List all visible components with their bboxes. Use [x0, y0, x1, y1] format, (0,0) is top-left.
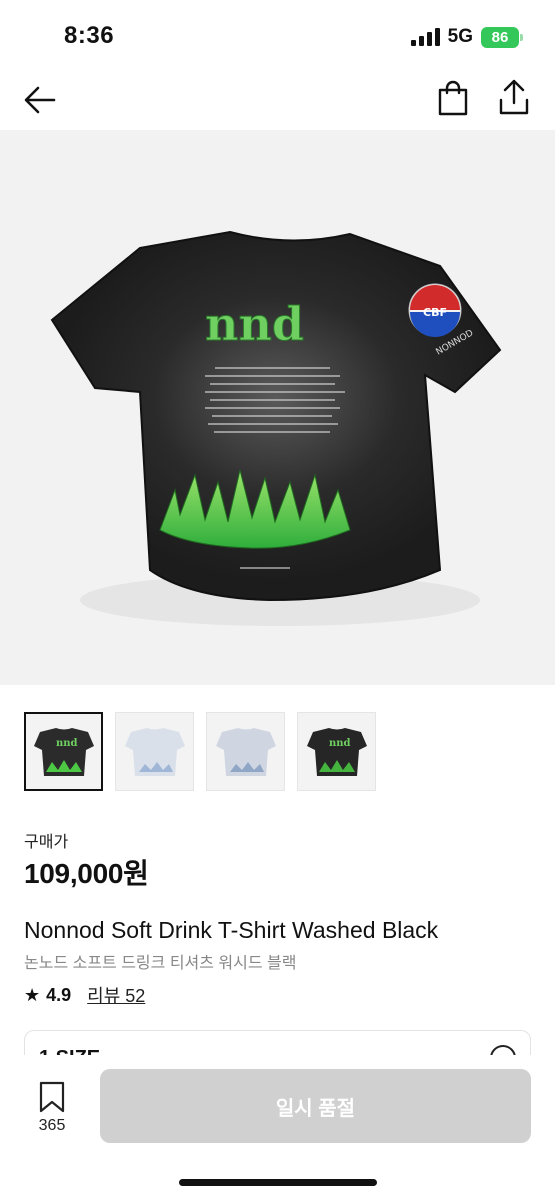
tshirt-thumbnail-white: [215, 727, 276, 776]
status-indicators: 5G 86: [410, 26, 523, 48]
battery-level: 86: [491, 28, 509, 46]
top-nav: [0, 70, 555, 130]
bookmark-icon: [39, 1081, 65, 1113]
bookmark-count: 365: [38, 1117, 66, 1134]
price-value: 109,000원: [24, 858, 149, 889]
bottom-action-bar: 365 일시 품절: [0, 1055, 555, 1200]
thumbnail-list: nnd nnd: [24, 712, 376, 791]
tshirt-image: CBF NONNOD nnd: [50, 230, 502, 626]
svg-text:nnd: nnd: [205, 297, 304, 351]
product-name-en: Nonnod Soft Drink T-Shirt Washed Black: [24, 917, 439, 943]
tshirt-thumbnail-black: nnd: [33, 727, 94, 776]
arrow-left-icon[interactable]: [22, 82, 58, 118]
star-icon: ★: [24, 984, 41, 1005]
signal-icon: [410, 28, 440, 46]
tshirt-thumbnail-black: nnd: [306, 727, 367, 776]
home-indicator: [179, 1179, 377, 1186]
sold-out-button[interactable]: 일시 품절: [100, 1069, 531, 1143]
bookmark-button[interactable]: 365: [30, 1081, 74, 1135]
svg-text:CBF: CBF: [423, 306, 447, 319]
status-time: 8:36: [64, 22, 115, 49]
price-label: 구매가: [24, 834, 69, 851]
network-type: 5G: [447, 26, 473, 47]
rating-row: ★ 4.9 리뷰 52: [24, 982, 145, 1008]
shopping-bag-icon[interactable]: [436, 80, 470, 116]
product-image[interactable]: CBF NONNOD nnd: [0, 130, 555, 685]
status-bar: 8:36 5G 86: [0, 0, 555, 70]
rating-value: 4.9: [46, 984, 72, 1005]
thumbnail-1[interactable]: nnd: [24, 712, 103, 791]
svg-text:nnd: nnd: [329, 738, 351, 749]
share-icon[interactable]: [497, 78, 531, 116]
product-name-ko: 논노드 소프트 드링크 티셔츠 워시드 블랙: [24, 955, 297, 972]
battery-icon: 86: [481, 26, 523, 48]
thumbnail-4[interactable]: nnd: [297, 712, 376, 791]
thumbnail-2[interactable]: [115, 712, 194, 791]
thumbnail-3[interactable]: [206, 712, 285, 791]
review-link[interactable]: 리뷰 52: [87, 982, 145, 1008]
tshirt-thumbnail-white: [124, 727, 185, 776]
svg-text:nnd: nnd: [56, 738, 78, 749]
